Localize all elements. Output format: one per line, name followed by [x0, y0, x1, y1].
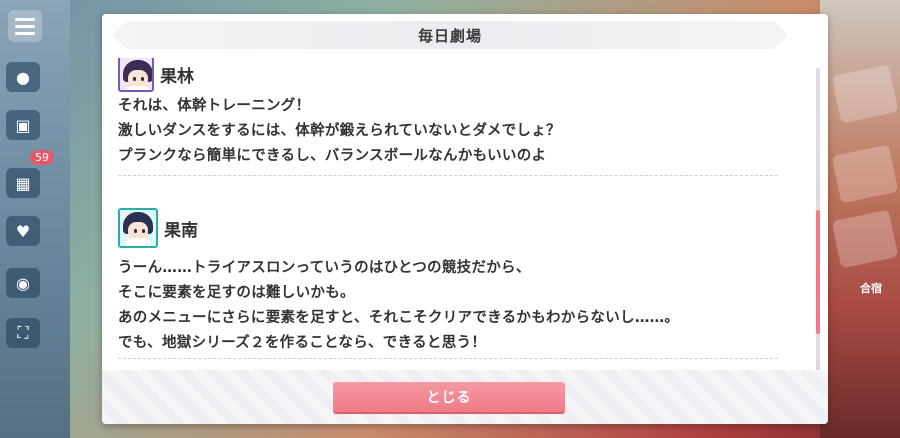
daily-theater-dialog: 毎日劇場 果林 それは、体幹トレーニング！ 激しいダンスをするには、体幹が鍛えら…: [102, 14, 828, 424]
dialogue-line: うーん……トライアスロンっていうのはひとつの競技だから、: [118, 260, 531, 276]
dialog-title: 毎日劇場: [112, 21, 788, 49]
present-icon[interactable]: ▦: [6, 168, 40, 198]
camera-icon[interactable]: ◉: [6, 268, 40, 298]
speaker-row: 果南: [118, 206, 800, 250]
chat-icon[interactable]: ●: [6, 62, 40, 92]
avatar-kanan-icon: [118, 208, 158, 248]
dialogue-line: プランクなら簡単にできるし、バランスボールなんかもいいのよ: [118, 148, 547, 164]
divider: [118, 175, 778, 176]
close-button[interactable]: とじる: [333, 382, 565, 412]
dialogue-line: でも、地獄シリーズ２を作ることなら、できると思う！: [118, 335, 487, 351]
divider: [118, 358, 778, 359]
menu-button[interactable]: [8, 10, 42, 42]
heart-icon[interactable]: ♥: [6, 216, 40, 246]
avatar-karin-icon: [118, 58, 154, 92]
dialogue-line: 激しいダンスをするには、体幹が鍛えられていないとダメでしょ？: [118, 123, 561, 139]
dialogue-entry: 果南 うーん……トライアスロンっていうのはひとつの競技だから、 そこに要素を足す…: [118, 206, 800, 359]
dialogue-entry: 果林 それは、体幹トレーニング！ 激しいダンスをするには、体幹が鍛えられていない…: [118, 58, 800, 176]
dialog-header: 毎日劇場: [102, 14, 828, 56]
scrollbar[interactable]: [816, 68, 820, 378]
dialogue-line: そこに要素を足すのは難しいかも。: [118, 285, 355, 301]
dialogue-line: それは、体幹トレーニング！: [118, 98, 311, 114]
speaker-name: 果南: [164, 220, 198, 241]
camp-label: 合宿: [860, 282, 882, 295]
gift-icon[interactable]: ▣: [6, 110, 40, 140]
dialogue-log[interactable]: 果林 それは、体幹トレーニング！ 激しいダンスをするには、体幹が鍛えられていない…: [118, 58, 800, 374]
speaker-name: 果林: [160, 66, 194, 87]
speaker-row: 果林: [118, 58, 800, 94]
dialogue-line: あのメニューにさらに要素を足すと、それこそクリアできるかもわからないし……。: [118, 310, 680, 326]
expand-icon[interactable]: ⛶: [6, 318, 40, 348]
scrollbar-thumb[interactable]: [816, 210, 820, 334]
notification-badge: 59: [30, 150, 54, 165]
